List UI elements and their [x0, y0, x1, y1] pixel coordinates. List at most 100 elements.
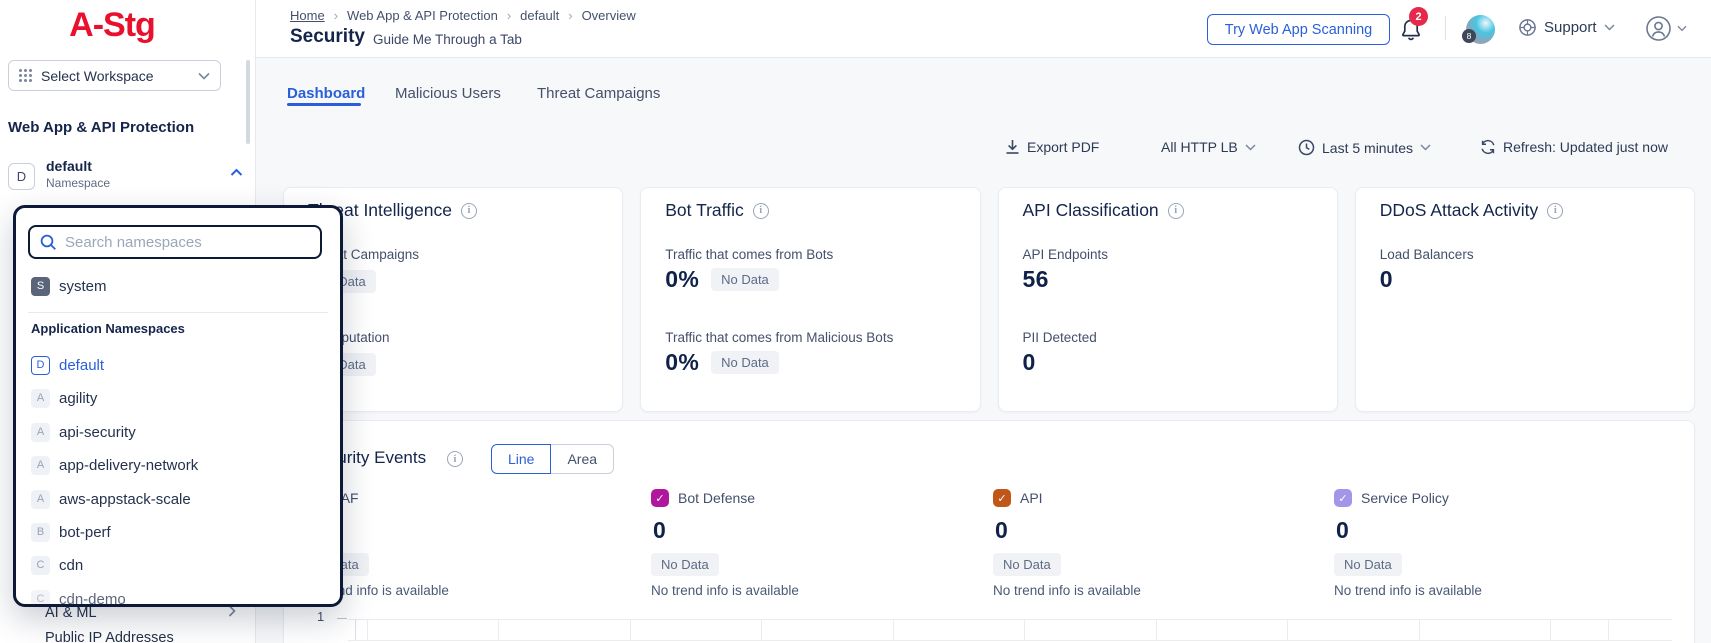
breadcrumb-namespace[interactable]: default: [498, 8, 559, 23]
chart-mode-line[interactable]: Line: [491, 444, 551, 474]
brand-logo[interactable]: A-Stg: [0, 6, 224, 45]
top-header: Home Web App & API Protection default Ov…: [256, 0, 1711, 58]
clock-icon: [1298, 139, 1315, 156]
chart-mode-toggle: Line Area: [491, 444, 614, 474]
metric-value: 0: [1023, 349, 1036, 376]
legend-checkbox-service-policy[interactable]: ✓: [1334, 489, 1352, 507]
info-icon[interactable]: i: [461, 203, 477, 219]
card-bot-traffic: Bot Traffic i Traffic that comes from Bo…: [640, 187, 980, 412]
trend-note: No trend info is available: [993, 583, 1141, 598]
legend-label: Service Policy: [1361, 490, 1449, 506]
refresh-status-button[interactable]: Refresh: Updated just now: [1480, 139, 1668, 155]
card-title: Bot Traffic i: [665, 200, 768, 221]
namespace-option-aws-appstack-scale[interactable]: A aws-appstack-scale: [16, 483, 340, 515]
tab-threat-campaigns[interactable]: Threat Campaigns: [537, 85, 660, 102]
chevron-down-icon: [1604, 24, 1615, 31]
chart-gridline: [498, 619, 499, 640]
namespace-search-box: [28, 225, 322, 259]
namespace-option-label: aws-appstack-scale: [59, 491, 191, 508]
y-axis-tick-label: 1: [317, 609, 324, 624]
namespace-selector[interactable]: D default Namespace: [8, 163, 248, 197]
namespace-option-bot-perf[interactable]: B bot-perf: [16, 516, 340, 548]
namespace-option-label: app-delivery-network: [59, 457, 198, 474]
try-web-app-scanning-button[interactable]: Try Web App Scanning: [1207, 14, 1390, 45]
namespace-label: Namespace: [46, 176, 110, 190]
namespace-initial-badge: A: [31, 389, 50, 408]
sidebar-scrollbar[interactable]: [246, 60, 250, 144]
namespace-option-app-delivery-network[interactable]: A app-delivery-network: [16, 449, 340, 481]
legend-label: Bot Defense: [678, 490, 755, 506]
time-range-label: Last 5 minutes: [1322, 140, 1413, 156]
account-menu[interactable]: [1645, 15, 1687, 42]
namespace-option-cdn-demo[interactable]: C cdn-demo: [16, 583, 340, 607]
sidebar-item-label: AI & ML: [45, 605, 97, 621]
export-pdf-button[interactable]: Export PDF: [1005, 139, 1099, 155]
card-title: API Classification i: [1023, 200, 1184, 221]
chart-mode-area[interactable]: Area: [551, 444, 614, 474]
namespace-option-label: cdn: [59, 557, 83, 574]
info-icon[interactable]: i: [753, 203, 769, 219]
info-icon[interactable]: i: [1168, 203, 1184, 219]
namespace-option-system[interactable]: S system: [16, 270, 340, 302]
namespace-option-default[interactable]: D default: [16, 349, 340, 381]
namespace-option-label: agility: [59, 390, 97, 407]
breadcrumb-home[interactable]: Home: [290, 8, 325, 23]
select-workspace-label: Select Workspace: [41, 68, 198, 84]
tab-dashboard[interactable]: Dashboard: [287, 85, 365, 102]
legend-value: 0: [303, 517, 601, 544]
chevron-up-icon[interactable]: [230, 168, 243, 177]
metric-value: 0: [1380, 266, 1393, 293]
guide-me-link[interactable]: Guide Me Through a Tab: [373, 32, 522, 47]
support-label: Support: [1544, 19, 1597, 36]
chart-gridline: [348, 640, 1672, 641]
namespace-search-input[interactable]: [65, 234, 310, 251]
legend-waf: ✓ WAF 0 No Data No trend info is availab…: [301, 489, 601, 544]
select-workspace-button[interactable]: Select Workspace: [8, 60, 221, 91]
sidebar-item-ai-ml[interactable]: AI & ML: [45, 605, 245, 621]
sidebar-item-public-ip[interactable]: Public IP Addresses: [45, 630, 174, 643]
namespace-option-label: api-security: [59, 424, 136, 441]
active-tab-indicator: [287, 103, 361, 106]
no-data-badge: No Data: [711, 268, 779, 291]
chart-gridline: [1287, 619, 1288, 640]
metric-label: Traffic that comes from Bots: [665, 247, 833, 262]
application-namespaces-heading: Application Namespaces: [31, 321, 185, 336]
legend-bot-defense: ✓ Bot Defense 0 No Data No trend info is…: [651, 489, 951, 544]
metric-label: Load Balancers: [1380, 247, 1474, 262]
legend-value: 0: [1336, 517, 1634, 544]
no-data-badge: No Data: [993, 553, 1061, 576]
namespace-option-label: default: [59, 357, 104, 374]
legend-checkbox-bot-defense[interactable]: ✓: [651, 489, 669, 507]
metric-label: API Endpoints: [1023, 247, 1109, 262]
chart-gridline: [1608, 619, 1609, 640]
breadcrumb-current: Overview: [559, 8, 636, 23]
user-icon: [1645, 15, 1672, 42]
legend-label: API: [1020, 490, 1043, 506]
chevron-down-icon: [1245, 144, 1256, 151]
breadcrumb-waap[interactable]: Web App & API Protection: [325, 8, 498, 23]
info-icon[interactable]: i: [1547, 203, 1563, 219]
time-range-dropdown[interactable]: Last 5 minutes: [1298, 139, 1431, 156]
breadcrumb: Home Web App & API Protection default Ov…: [290, 8, 636, 23]
namespace-dropdown-panel: S system Application Namespaces D defaul…: [13, 205, 343, 607]
namespace-option-agility[interactable]: A agility: [16, 382, 340, 414]
lb-filter-dropdown[interactable]: All HTTP LB: [1161, 139, 1256, 155]
legend-checkbox-api[interactable]: ✓: [993, 489, 1011, 507]
tab-malicious-users[interactable]: Malicious Users: [395, 85, 501, 102]
metric-value: 0%: [665, 266, 699, 293]
chart-gridline: [761, 619, 762, 640]
namespace-option-label: bot-perf: [59, 524, 111, 541]
namespace-option-api-security[interactable]: A api-security: [16, 416, 340, 448]
chart-y-axis: [355, 619, 356, 640]
namespace-option-label: cdn-demo: [59, 591, 126, 608]
trend-note: No trend info is available: [1334, 583, 1482, 598]
namespace-option-cdn[interactable]: C cdn: [16, 549, 340, 581]
avatar-count-badge: 8: [1462, 29, 1476, 43]
chevron-down-icon: [198, 72, 210, 80]
info-icon[interactable]: i: [447, 451, 463, 467]
page-title: Security: [290, 26, 365, 48]
chart-gridline: [1419, 619, 1420, 640]
support-menu[interactable]: Support: [1518, 18, 1615, 37]
no-data-badge: No Data: [651, 553, 719, 576]
namespace-initial-badge: C: [31, 556, 50, 575]
